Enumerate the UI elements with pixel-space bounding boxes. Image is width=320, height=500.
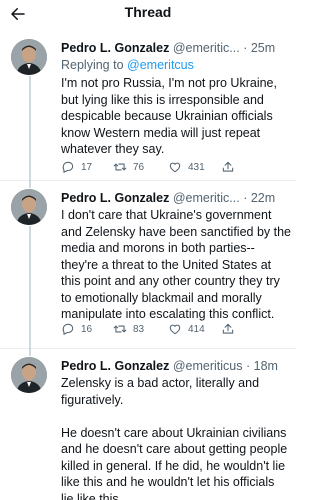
avatar-image	[11, 189, 47, 225]
dot-separator: ·	[243, 191, 248, 205]
share-icon	[222, 323, 234, 334]
heart-icon	[169, 324, 181, 335]
thread-connector	[29, 348, 31, 356]
timestamp[interactable]: 25m	[251, 41, 275, 55]
avatar[interactable]	[11, 39, 47, 75]
timestamp[interactable]: 22m	[251, 191, 275, 205]
retweet-icon	[113, 325, 127, 333]
timestamp[interactable]: 18m	[254, 359, 278, 373]
retweet-button[interactable]: 76	[113, 158, 144, 176]
display-name[interactable]: Pedro L. Gonzalez	[61, 191, 169, 205]
reply-count: 17	[81, 161, 93, 173]
retweet-icon	[113, 163, 127, 171]
thread-connector	[29, 76, 31, 180]
reply-prefix: Replying to	[61, 58, 128, 72]
avatar-image	[11, 39, 47, 75]
like-button[interactable]: 414	[168, 320, 205, 338]
tweet[interactable]: Pedro L. Gonzalez @emeritic... · 25m Rep…	[0, 30, 296, 180]
retweet-count: 83	[133, 323, 145, 335]
tweet-text: I don't care that Ukraine's government a…	[61, 208, 292, 321]
replying-to: Replying to @emeritcus	[61, 58, 194, 72]
like-count: 431	[188, 161, 205, 173]
dot-separator: ·	[245, 359, 251, 373]
user-handle[interactable]: @emeritic...	[173, 41, 240, 55]
user-handle[interactable]: @emeriticus	[173, 359, 243, 373]
avatar-image	[11, 357, 47, 393]
display-name[interactable]: Pedro L. Gonzalez	[61, 359, 169, 373]
share-button[interactable]	[221, 320, 235, 338]
tweet-actions: 17 76 431	[61, 158, 261, 176]
comment-icon	[62, 161, 74, 173]
user-handle[interactable]: @emeritic...	[173, 191, 240, 205]
retweet-button[interactable]: 83	[113, 320, 144, 338]
like-count: 414	[188, 323, 205, 335]
tweet-header: Pedro L. Gonzalez @emeriticus · 18m	[61, 359, 278, 375]
retweet-count: 76	[133, 161, 145, 173]
tweet[interactable]: Pedro L. Gonzalez @emeritic... · 22m I d…	[0, 180, 296, 348]
like-button[interactable]: 431	[168, 158, 205, 176]
reply-button[interactable]: 17	[61, 158, 92, 176]
reply-mention-link[interactable]: @emeritcus	[127, 58, 194, 72]
tweet-text: Zelensky is a bad actor, literally and f…	[61, 376, 288, 500]
tweet-actions: 16 83 414	[61, 320, 261, 338]
avatar[interactable]	[11, 189, 47, 225]
avatar[interactable]	[11, 357, 47, 393]
tweet-text: I'm not pro Russia, I'm not pro Ukraine,…	[61, 76, 277, 156]
thread-header: Thread	[0, 0, 296, 30]
share-icon	[222, 161, 234, 172]
tweet-header: Pedro L. Gonzalez @emeritic... · 22m	[61, 191, 275, 207]
reply-count: 16	[81, 323, 93, 335]
page-title: Thread	[124, 4, 172, 20]
thread-connector	[29, 226, 31, 348]
comment-icon	[62, 323, 74, 335]
thread-connector	[29, 180, 31, 188]
share-button[interactable]	[221, 158, 235, 176]
display-name[interactable]: Pedro L. Gonzalez	[61, 41, 169, 55]
dot-separator: ·	[243, 41, 248, 55]
reply-button[interactable]: 16	[61, 320, 92, 338]
tweet[interactable]: Pedro L. Gonzalez @emeriticus · 18m Zele…	[0, 348, 296, 500]
heart-icon	[169, 162, 181, 173]
tweet-header: Pedro L. Gonzalez @emeritic... · 25m	[61, 41, 275, 57]
